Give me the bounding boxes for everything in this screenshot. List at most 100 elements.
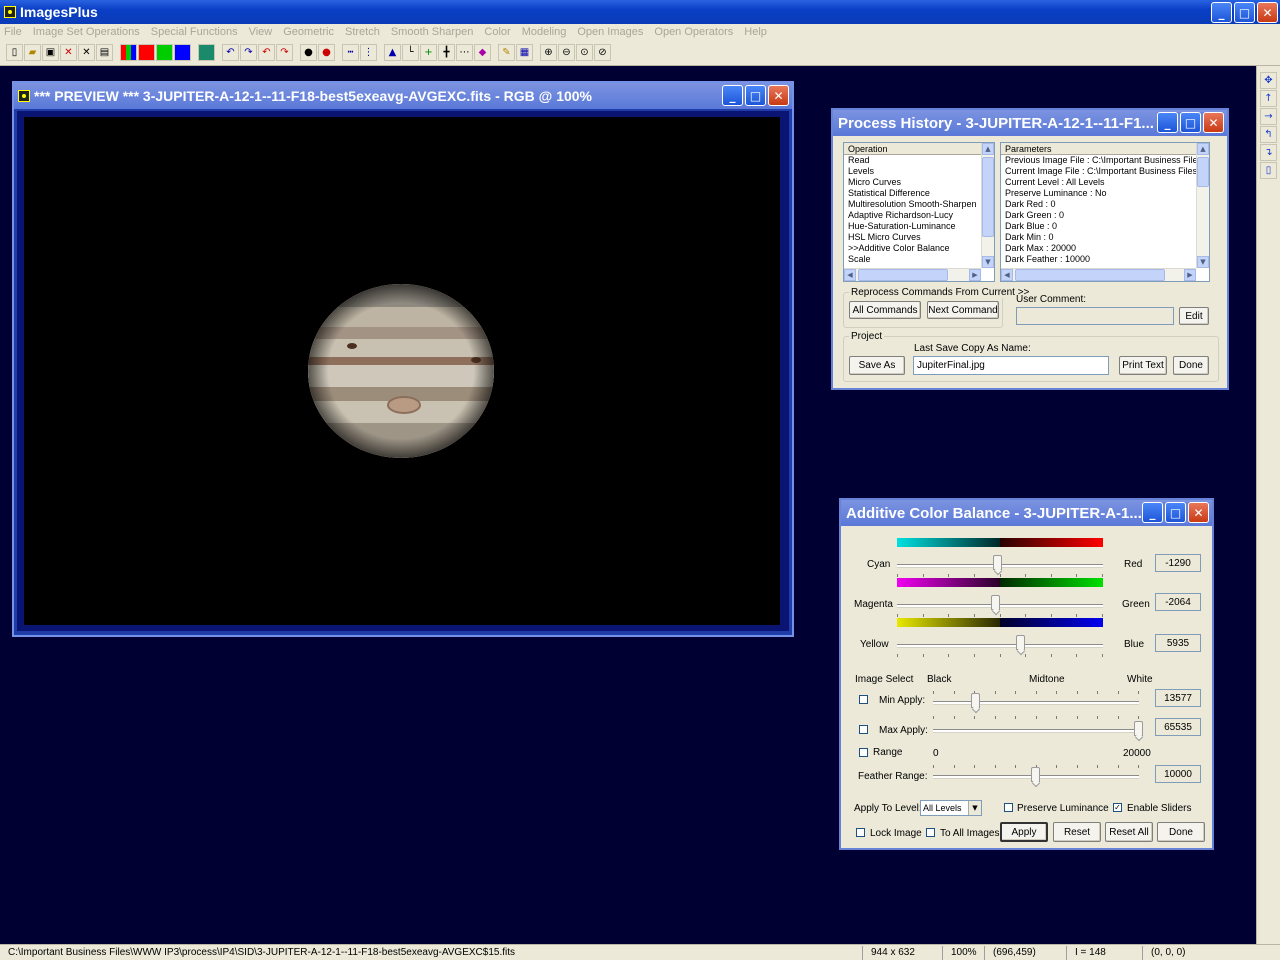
save-as-button[interactable]: Save As xyxy=(849,356,905,375)
level-select[interactable]: All Levels ▼ xyxy=(920,800,982,816)
parameters-hscroll[interactable]: ◀ ▶ xyxy=(1001,268,1196,281)
blue-slider-thumb[interactable] xyxy=(1015,635,1025,650)
zoom-in-icon[interactable]: ⊕ xyxy=(540,44,557,61)
close-all-icon[interactable]: ✕ xyxy=(78,44,95,61)
max-slider-track[interactable] xyxy=(933,729,1139,732)
rgb-icon[interactable] xyxy=(120,44,137,61)
copy-icon[interactable]: ▯ xyxy=(1260,162,1277,179)
reset-button[interactable]: Reset xyxy=(1053,822,1101,842)
levels-icon[interactable]: └ xyxy=(402,44,419,61)
menu-color[interactable]: Color xyxy=(484,26,510,38)
undo-all-icon[interactable]: ↶ xyxy=(258,44,275,61)
minimize-button[interactable]: _ xyxy=(1211,2,1232,23)
max-slider-thumb[interactable] xyxy=(1134,721,1143,736)
scroll-down-icon[interactable]: ▼ xyxy=(982,256,994,268)
arrow-right-icon[interactable]: → xyxy=(1260,108,1277,125)
print-icon[interactable]: ▤ xyxy=(96,44,113,61)
min-value-field[interactable]: 13577 xyxy=(1155,689,1201,707)
preserve-luminance-checkbox[interactable] xyxy=(1004,803,1013,812)
min-slider-thumb[interactable] xyxy=(971,693,981,708)
cb-done-button[interactable]: Done xyxy=(1157,822,1205,842)
operation-item[interactable]: >>Additive Color Balance xyxy=(844,243,994,254)
red-icon[interactable] xyxy=(138,44,155,61)
blue-value-field[interactable]: 5935 xyxy=(1155,634,1201,652)
maximize-button[interactable]: □ xyxy=(1234,2,1255,23)
user-comment-field[interactable] xyxy=(1016,307,1174,325)
green-value-field[interactable]: -2064 xyxy=(1155,593,1201,611)
operation-item[interactable]: Hue-Saturation-Luminance xyxy=(844,221,994,232)
apply-button[interactable]: Apply xyxy=(1000,822,1048,842)
scroll-up-icon[interactable]: ▲ xyxy=(982,143,994,155)
redo-icon[interactable]: ↷ xyxy=(240,44,257,61)
operation-item[interactable]: Micro Curves xyxy=(844,177,994,188)
reset-all-button[interactable]: Reset All xyxy=(1105,822,1153,842)
zoom-out-icon[interactable]: ⊖ xyxy=(558,44,575,61)
menu-open-images[interactable]: Open Images xyxy=(577,26,643,38)
cb-close-button[interactable]: ✕ xyxy=(1188,502,1209,523)
scroll-thumb[interactable] xyxy=(1015,269,1165,281)
move-icon[interactable]: ✥ xyxy=(1260,72,1277,89)
max-apply-checkbox[interactable] xyxy=(859,725,868,734)
menu-special-functions[interactable]: Special Functions xyxy=(151,26,238,38)
min-slider-track[interactable] xyxy=(933,701,1139,704)
redo-all-icon[interactable]: ↷ xyxy=(276,44,293,61)
enable-sliders-checkbox[interactable]: ✓ xyxy=(1113,803,1122,812)
menu-file[interactable]: File xyxy=(4,26,22,38)
scroll-right-icon[interactable]: ▶ xyxy=(1184,269,1196,281)
rotate-left-icon[interactable]: ↰ xyxy=(1260,126,1277,143)
lock-image-checkbox[interactable] xyxy=(856,828,865,837)
operation-item[interactable]: Scale xyxy=(844,254,994,265)
green-slider-track[interactable] xyxy=(897,604,1103,607)
all-commands-button[interactable]: All Commands xyxy=(849,301,921,319)
pencil-icon[interactable]: ✎ xyxy=(498,44,515,61)
operation-item[interactable]: Statistical Difference xyxy=(844,188,994,199)
crosshair-icon[interactable]: ╋ xyxy=(438,44,455,61)
cross-icon[interactable]: + xyxy=(420,44,437,61)
scroll-down-icon[interactable]: ▼ xyxy=(1197,256,1209,268)
feather-value-field[interactable]: 10000 xyxy=(1155,765,1201,783)
operation-hscroll[interactable]: ◀ ▶ xyxy=(844,268,981,281)
preview-minimize-button[interactable]: _ xyxy=(722,85,743,106)
scroll-right-icon[interactable]: ▶ xyxy=(969,269,981,281)
operation-item[interactable]: Levels xyxy=(844,166,994,177)
menu-open-operators[interactable]: Open Operators xyxy=(654,26,733,38)
preview-image-canvas[interactable] xyxy=(24,117,780,625)
menu-geometric[interactable]: Geometric xyxy=(283,26,334,38)
operation-vscroll[interactable]: ▲ ▼ xyxy=(981,143,994,268)
star-select-icon[interactable]: ● xyxy=(318,44,335,61)
paint-icon[interactable]: ◆ xyxy=(474,44,491,61)
dotgrid-icon[interactable]: ⋯ xyxy=(456,44,473,61)
operation-item[interactable]: HSL Micro Curves xyxy=(844,232,994,243)
parameters-vscroll[interactable]: ▲ ▼ xyxy=(1196,143,1209,268)
menu-image-set-operations[interactable]: Image Set Operations xyxy=(33,26,140,38)
feather-slider-thumb[interactable] xyxy=(1031,767,1040,782)
open-icon[interactable]: ▰ xyxy=(24,44,41,61)
line-icon[interactable]: ┅ xyxy=(342,44,359,61)
zoom-100-icon[interactable]: ⊘ xyxy=(594,44,611,61)
menu-smooth-sharpen[interactable]: Smooth Sharpen xyxy=(391,26,474,38)
menu-modeling[interactable]: Modeling xyxy=(522,26,567,38)
operation-item[interactable]: Read xyxy=(844,155,994,166)
ph-maximize-button[interactable]: □ xyxy=(1180,112,1201,133)
max-value-field[interactable]: 65535 xyxy=(1155,718,1201,736)
close-x-icon[interactable]: ✕ xyxy=(60,44,77,61)
rotate-right-icon[interactable]: ↴ xyxy=(1260,144,1277,161)
scroll-up-icon[interactable]: ▲ xyxy=(1197,143,1209,155)
operation-item[interactable]: Multiresolution Smooth-Sharpen xyxy=(844,199,994,210)
process-history-titlebar[interactable]: Process History - 3-JUPITER-A-12-1--11-F… xyxy=(833,110,1227,136)
undo-icon[interactable]: ↶ xyxy=(222,44,239,61)
new-icon[interactable]: ▯ xyxy=(6,44,23,61)
chevron-down-icon[interactable]: ▼ xyxy=(968,801,981,815)
red-value-field[interactable]: -1290 xyxy=(1155,554,1201,572)
preview-close-button[interactable]: ✕ xyxy=(768,85,789,106)
save-icon[interactable]: ▣ xyxy=(42,44,59,61)
color-balance-titlebar[interactable]: Additive Color Balance - 3-JUPITER-A-1..… xyxy=(841,500,1212,526)
ph-done-button[interactable]: Done xyxy=(1173,356,1209,375)
preview-titlebar[interactable]: *** PREVIEW *** 3-JUPITER-A-12-1--11-F18… xyxy=(14,83,792,109)
menu-help[interactable]: Help xyxy=(744,26,767,38)
ph-close-button[interactable]: ✕ xyxy=(1203,112,1224,133)
green-slider-thumb[interactable] xyxy=(990,595,1000,610)
zoom-fit-icon[interactable]: ⊙ xyxy=(576,44,593,61)
scroll-thumb[interactable] xyxy=(982,157,994,237)
operation-list[interactable]: Operation Read Levels Micro Curves Stati… xyxy=(843,142,995,282)
